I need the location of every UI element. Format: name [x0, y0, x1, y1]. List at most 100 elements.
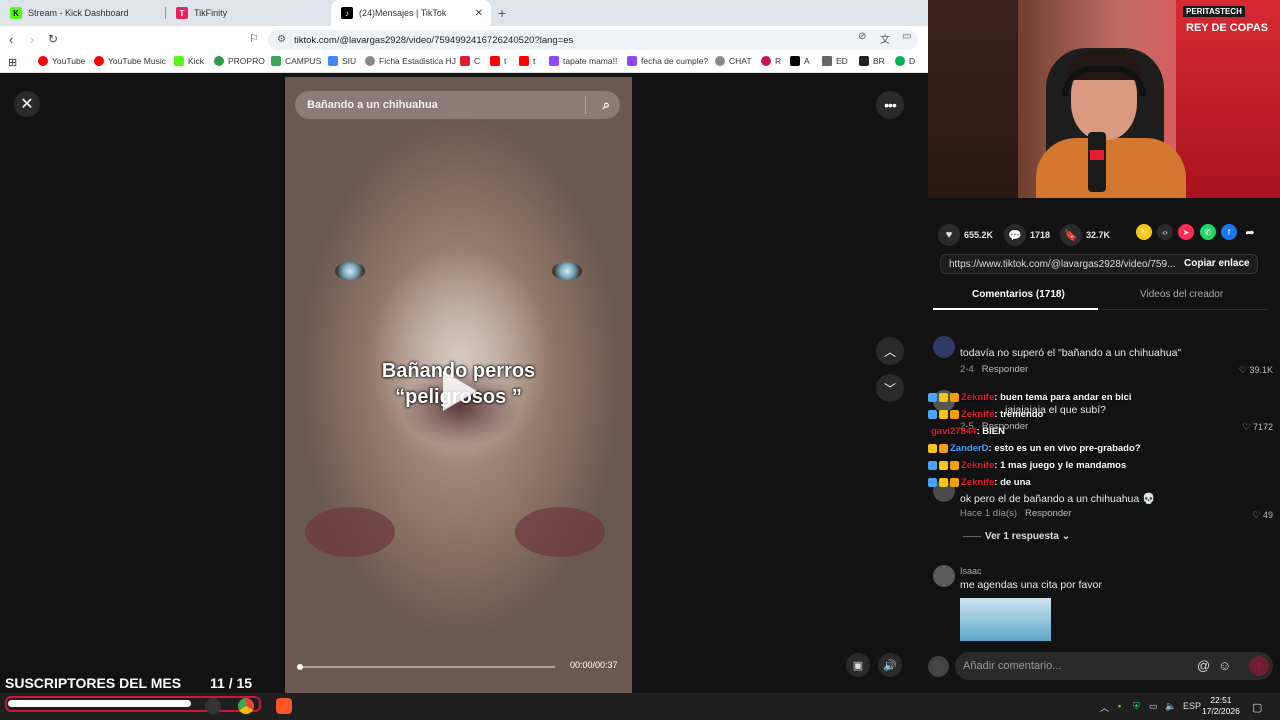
brave-browser-icon[interactable] — [276, 698, 292, 714]
chevron-down-icon: ﹀ — [883, 381, 896, 396]
back-icon[interactable]: ‹ — [9, 32, 13, 47]
reply-button[interactable]: Responder — [1025, 508, 1071, 519]
bookmark-d[interactable]: D — [895, 56, 915, 66]
address-bar[interactable]: ⚙ tiktok.com/@lavargas2928/video/7594992… — [268, 30, 918, 50]
like-stat[interactable]: ♥ 655.2K — [938, 224, 993, 246]
share-arrow-icon[interactable]: ➦ — [1242, 224, 1258, 240]
heart-outline-icon: ♡ — [1238, 365, 1250, 375]
avatar[interactable] — [933, 336, 955, 358]
translate-icon[interactable]: 文 — [880, 31, 890, 46]
language-indicator[interactable]: ESP — [1183, 701, 1201, 711]
close-video-button[interactable]: ✕ — [14, 91, 40, 117]
save-stat[interactable]: 🔖 32.7K — [1060, 224, 1110, 246]
bookmark-ficha[interactable]: Ficha Estadistica HJ — [365, 56, 456, 66]
whatsapp-icon[interactable]: ✆ — [1200, 224, 1216, 240]
play-icon[interactable] — [443, 371, 477, 411]
obs-icon[interactable] — [205, 698, 221, 714]
avatar[interactable] — [933, 565, 955, 587]
bookmark-icon[interactable]: ⚐ — [249, 32, 259, 45]
network-icon[interactable]: ▭ — [1149, 701, 1158, 712]
chat-message: gavi27844: BIEN — [931, 426, 1005, 437]
chat-message: ZanderD: esto es un en vivo pre-grabado? — [928, 440, 1228, 457]
more-options-button[interactable]: ••• — [876, 91, 904, 119]
emoji-icon[interactable]: ☺ — [1218, 658, 1231, 673]
bookmark-chat[interactable]: CHAT — [715, 56, 752, 66]
shield-icon[interactable]: ⛨ — [1133, 701, 1140, 712]
bookmark-ed[interactable]: ED — [822, 56, 848, 66]
apps-grid-icon[interactable]: ⊞ — [8, 56, 17, 69]
notification-icon[interactable]: ▢ — [1252, 701, 1262, 714]
tab-comments[interactable]: Comentarios (1718) — [972, 289, 1065, 300]
bookmark-fecha[interactable]: fecha de cumple? — [627, 56, 708, 66]
chat-message: Zeknife: tremendo — [928, 406, 1228, 423]
bookmark-t1[interactable]: t — [490, 56, 506, 66]
eye-off-icon[interactable]: ⊘ — [858, 31, 866, 42]
bookmark-youtube[interactable]: YouTube — [38, 56, 85, 66]
tab-label: TikFinity — [194, 8, 228, 18]
send-to-friends-icon[interactable]: ➤ — [1178, 224, 1194, 240]
comment-like[interactable]: ♡ 39.1K — [1239, 365, 1273, 376]
comment-username[interactable]: Isaac — [960, 566, 982, 576]
tab-label: Stream - Kick Dashboard — [28, 8, 129, 18]
next-video-button[interactable]: ﹀ — [876, 374, 904, 402]
video-player[interactable]: Bañando a un chihuahua ⌕ Bañando perros … — [285, 77, 632, 693]
forward-icon[interactable]: › — [30, 32, 34, 47]
facebook-icon[interactable]: f — [1221, 224, 1237, 240]
progress-knob[interactable] — [297, 664, 303, 670]
bookmark-youtube-music[interactable]: YouTube Music — [94, 56, 166, 66]
search-icon[interactable]: ⌕ — [603, 97, 610, 113]
tab-tiktok-messages[interactable]: ♪ (24)Mensajes | TikTok ✕ — [331, 0, 491, 26]
bookmark-t2[interactable]: t — [519, 56, 535, 66]
reload-icon[interactable]: ↻ — [48, 32, 58, 46]
comment-stat[interactable]: 💬 1718 — [1004, 224, 1050, 246]
mention-icon[interactable]: @ — [1197, 658, 1210, 673]
heart-outline-icon: ♡ — [1242, 422, 1253, 432]
video-progress-bar[interactable] — [297, 666, 555, 668]
tab-label: (24)Mensajes | TikTok — [359, 8, 447, 18]
r-icon — [761, 56, 771, 66]
my-avatar[interactable] — [928, 656, 949, 677]
bookmark-br[interactable]: BR — [859, 56, 885, 66]
previous-video-button[interactable]: ︿ — [876, 337, 904, 365]
reply-button[interactable]: Responder — [982, 364, 1028, 375]
bookshelf — [928, 0, 1018, 198]
video-search-bar[interactable]: Bañando a un chihuahua ⌕ — [295, 91, 620, 119]
comment-image[interactable] — [960, 598, 1051, 641]
embed-icon[interactable]: ‹› — [1157, 224, 1173, 240]
bookmark-a[interactable]: A — [790, 56, 810, 66]
volume-tray-icon[interactable]: 🔈 — [1165, 701, 1176, 712]
bookmark-campus[interactable]: CAMPUS — [271, 56, 321, 66]
tab-tikfinity[interactable]: T TikFinity — [166, 0, 331, 26]
new-tab-icon[interactable]: + — [498, 5, 506, 21]
globe-icon — [715, 56, 725, 66]
subs-goal-count: 11 / 15 — [210, 675, 253, 691]
chevron-down-icon: ⌄ — [1058, 531, 1071, 542]
volume-button[interactable]: 🔊 — [878, 653, 902, 677]
browser-tab-bar: K Stream - Kick Dashboard T TikFinity ♪ … — [0, 0, 928, 26]
tray-expand-icon[interactable]: ︿ — [1100, 701, 1109, 714]
tab-kick-dashboard[interactable]: K Stream - Kick Dashboard — [0, 0, 165, 26]
copy-link-button[interactable]: Copiar enlace — [1184, 258, 1250, 269]
bookmark-tapate[interactable]: tapate mama!! — [549, 56, 617, 66]
propro-icon — [214, 56, 224, 66]
system-clock[interactable]: 22:51 17/2/2026 — [1202, 695, 1240, 717]
bookmark-r[interactable]: R — [761, 56, 781, 66]
badge-icon — [939, 410, 948, 419]
bookmark-siu[interactable]: SIU — [328, 56, 356, 66]
repost-icon[interactable]: ↻ — [1136, 224, 1152, 240]
nvidia-icon[interactable]: ▪ — [1118, 701, 1121, 711]
cast-icon[interactable]: ▭ — [902, 31, 911, 42]
comment-like[interactable]: ♡ 7172 — [1242, 422, 1273, 433]
post-comment-button[interactable]: ↑ — [1249, 656, 1269, 676]
bookmark-kick[interactable]: Kick — [174, 56, 204, 66]
comment-like[interactable]: ♡ 49 — [1252, 510, 1273, 521]
tab-creator-videos[interactable]: Videos del creador — [1140, 289, 1223, 300]
bookmark-propro[interactable]: PROPRO — [214, 56, 265, 66]
floating-player-button[interactable]: ▣ — [846, 653, 870, 677]
view-replies-button[interactable]: Ver 1 respuesta ⌄ — [963, 531, 1070, 542]
site-info-icon[interactable]: ⚙ — [277, 34, 286, 45]
x-icon — [790, 56, 800, 66]
chrome-icon[interactable] — [238, 698, 254, 714]
close-tab-icon[interactable]: ✕ — [475, 8, 483, 19]
bookmark-c[interactable]: C — [460, 56, 480, 66]
